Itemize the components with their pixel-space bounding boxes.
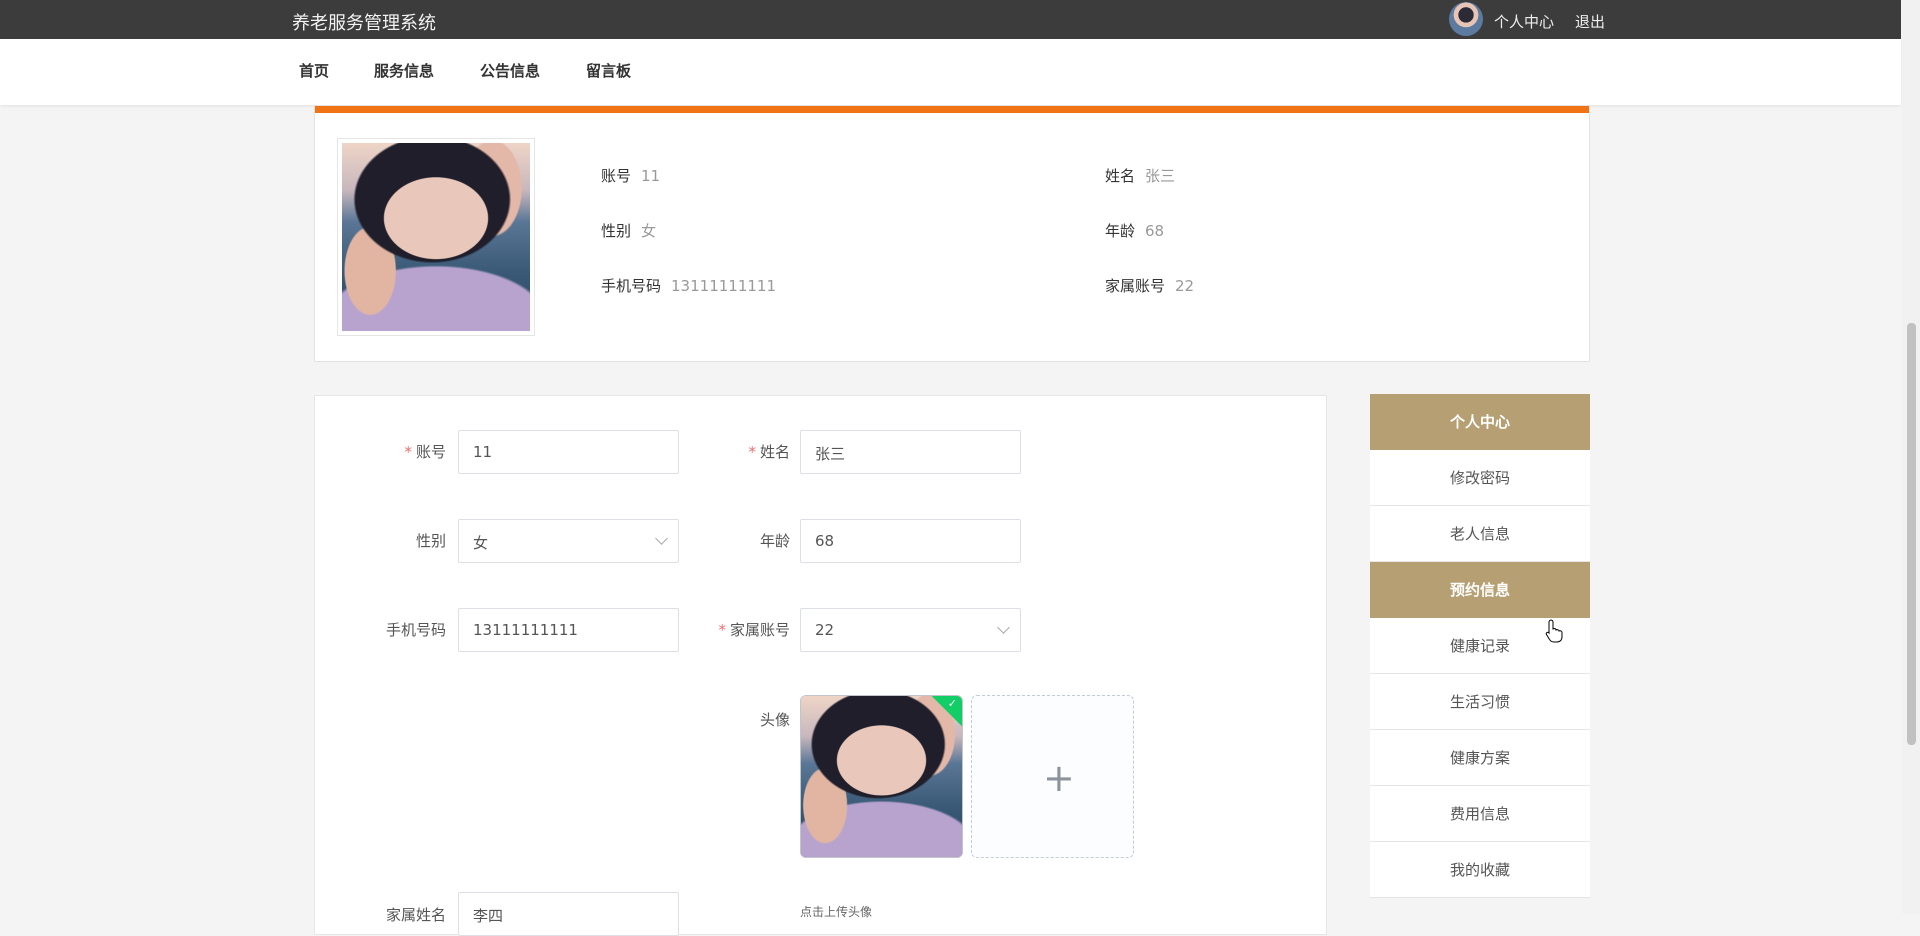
- profile-family-account-value: 22: [1175, 277, 1195, 295]
- profile-phone-value: 13111111111: [671, 277, 776, 295]
- profile-account-row: 账号 11: [601, 165, 660, 186]
- side-menu-item-change-password[interactable]: 修改密码: [1370, 450, 1590, 506]
- required-mark: *: [718, 621, 726, 639]
- age-input[interactable]: 68: [800, 519, 1021, 563]
- side-menu-item-personal-center[interactable]: 个人中心: [1370, 394, 1590, 450]
- account-field-label: * 账号: [336, 441, 446, 462]
- profile-gender-row: 性别女: [601, 220, 656, 241]
- scrollbar-thumb[interactable]: [1907, 323, 1916, 745]
- age-field-label: 年龄: [759, 532, 790, 550]
- personal-center-link[interactable]: 个人中心: [1494, 11, 1554, 32]
- check-icon: ✓: [947, 697, 957, 710]
- profile-age-row: 年龄 68: [1105, 220, 1164, 241]
- phone-field-label: 手机号码: [385, 621, 446, 639]
- avatar-thumbnail-image: [801, 696, 962, 857]
- family-name-field-label: 家属姓名: [385, 906, 446, 924]
- profile-photo: [342, 143, 530, 331]
- chevron-down-icon: [655, 532, 668, 545]
- app-title: 养老服务管理系统: [292, 13, 436, 34]
- profile-age-label: 年龄: [1105, 222, 1136, 240]
- top-bar: 养老服务管理系统 个人中心 退出: [0, 0, 1901, 39]
- side-menu: 个人中心 修改密码 老人信息 预约信息 健康记录 生活习惯 健康方案 费用信息 …: [1370, 394, 1590, 898]
- side-menu-item-appointments[interactable]: 预约信息: [1370, 562, 1590, 618]
- required-mark: *: [748, 443, 756, 461]
- chevron-down-icon: [997, 621, 1010, 634]
- required-mark: *: [404, 443, 412, 461]
- profile-account-value: 11: [641, 167, 661, 185]
- profile-name-row: 姓名 张三: [1105, 165, 1175, 186]
- page-scrollbar[interactable]: [1902, 0, 1920, 914]
- profile-name-label: 姓名: [1105, 167, 1136, 185]
- family-account-select[interactable]: 22: [800, 608, 1021, 652]
- side-menu-item-fees[interactable]: 费用信息: [1370, 786, 1590, 842]
- avatar-field-label: 头像: [759, 711, 790, 729]
- user-avatar[interactable]: [1449, 2, 1483, 36]
- name-input[interactable]: 张三: [800, 430, 1021, 474]
- family-account-select-value: 22: [815, 621, 835, 639]
- profile-accent-bar: [315, 106, 1589, 113]
- profile-gender-value: 女: [641, 222, 657, 240]
- nav-item-message-board[interactable]: 留言板: [586, 60, 631, 81]
- logout-link[interactable]: 退出: [1575, 11, 1605, 32]
- profile-account-label: 账号: [601, 167, 632, 185]
- side-menu-item-favorites[interactable]: 我的收藏: [1370, 842, 1590, 898]
- nav-item-announcements[interactable]: 公告信息: [480, 60, 540, 81]
- profile-family-account-label: 家属账号: [1105, 277, 1166, 295]
- profile-age-value: 68: [1145, 222, 1165, 240]
- name-field-label-text: 姓名: [759, 443, 790, 461]
- profile-photo-frame: [337, 138, 535, 336]
- plus-icon: +: [1043, 756, 1075, 800]
- phone-input[interactable]: 13111111111: [458, 608, 679, 652]
- main-nav: 首页 服务信息 公告信息 留言板: [0, 39, 1901, 105]
- account-field-label-text: 账号: [415, 443, 446, 461]
- name-field-label: * 姓名: [680, 441, 790, 462]
- profile-phone-label: 手机号码: [601, 277, 662, 295]
- account-input[interactable]: 11: [458, 430, 679, 474]
- gender-select-value: 女: [473, 534, 489, 552]
- profile-phone-row: 手机号码 13111111111: [601, 275, 776, 296]
- avatar-uploaded-thumbnail[interactable]: ✓: [800, 695, 963, 858]
- side-menu-item-elder-info[interactable]: 老人信息: [1370, 506, 1590, 562]
- side-menu-item-living-habits[interactable]: 生活习惯: [1370, 674, 1590, 730]
- profile-family-account-row: 家属账号 22: [1105, 275, 1194, 296]
- avatar-upload-button[interactable]: +: [971, 695, 1134, 858]
- side-menu-item-health-plan[interactable]: 健康方案: [1370, 730, 1590, 786]
- gender-select[interactable]: 女: [458, 519, 679, 563]
- family-account-field-label-text: 家属账号: [729, 621, 790, 639]
- profile-summary-card: 账号 11 姓名 张三 性别女 年龄 68 手机号码 13111111111 家属账号 2…: [314, 105, 1590, 362]
- family-account-field-label: * 家属账号: [680, 619, 790, 640]
- profile-gender-label: 性别: [601, 222, 632, 240]
- profile-name-value: 张三: [1145, 167, 1176, 185]
- nav-item-service-info[interactable]: 服务信息: [374, 60, 434, 81]
- nav-item-home[interactable]: 首页: [299, 60, 329, 81]
- gender-field-label: 性别: [415, 532, 446, 550]
- hand-cursor-icon: [1545, 619, 1563, 643]
- family-name-input[interactable]: 李四: [458, 892, 679, 936]
- avatar-upload-tip: 点击上传头像: [800, 905, 873, 919]
